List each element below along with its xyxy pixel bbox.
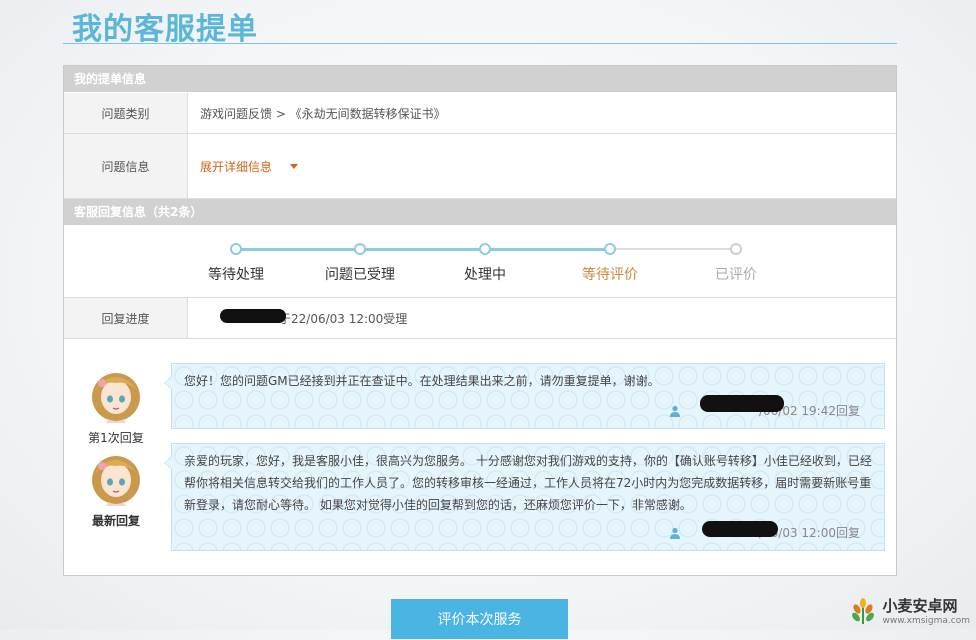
customer-service-avatar-icon (92, 456, 140, 506)
reply-item: 第1次回复 您好！您的问题GM已经接到并正在查证中。在处理结果出来之前，请勿重复… (64, 363, 896, 445)
status-stepper-row: 等待处理 问题已受理 处理中 等待评价 已评价 (64, 225, 896, 298)
expand-details-link[interactable]: 展开详细信息 (200, 158, 299, 175)
customer-service-avatar-icon (92, 373, 140, 423)
step-label: 已评价 (715, 267, 757, 283)
site-watermark: 小麦安卓网 www.xmsigma.com (847, 595, 970, 626)
progress-label: 回复进度 (64, 298, 188, 338)
caret-down-icon (290, 163, 299, 169)
reply-info-header: 客服回复信息（共2条） (64, 199, 896, 225)
rate-service-button[interactable]: 评价本次服务 (391, 599, 568, 639)
wheat-logo-icon (851, 597, 874, 624)
step-dot (479, 243, 491, 255)
page-title: 我的客服提单 (72, 12, 258, 47)
step-awaiting-review: 等待评价 (555, 235, 665, 284)
category-label: 问题类别 (64, 93, 188, 133)
stepper-track-done (236, 248, 610, 251)
progress-row: 回复进度 于22/06/03 12:00受理 (64, 298, 896, 339)
reply-message: 亲爱的玩家，您好，我是客服小佳，很高兴为您服务。 十分感谢您对我们游戏的支持，你… (184, 454, 872, 512)
step-dot (730, 243, 742, 255)
step-waiting: 等待处理 (181, 235, 291, 284)
step-reviewed: 已评价 (681, 235, 791, 284)
step-dot (354, 243, 366, 255)
step-processing: 处理中 (430, 235, 540, 284)
reply-label: 最新回复 (91, 514, 140, 528)
reply-avatar: 第1次回复 (86, 363, 146, 446)
ticket-info-header: 我的提单信息 (64, 66, 896, 92)
step-label: 等待评价 (582, 267, 638, 283)
details-label: 问题信息 (64, 134, 188, 198)
step-label: 问题已受理 (325, 267, 395, 283)
reply-bubble: 亲爱的玩家，您好，我是客服小佳，很高兴为您服务。 十分感谢您对我们游戏的支持，你… (164, 443, 885, 551)
reply-item: 最新回复 亲爱的玩家，您好，我是客服小佳，很高兴为您服务。 十分感谢您对我们游戏… (64, 443, 896, 553)
progress-text: 于22/06/03 12:00受理 (279, 311, 408, 326)
status-stepper: 等待处理 问题已受理 处理中 等待评价 已评价 (202, 235, 759, 287)
redaction-mark (700, 395, 784, 412)
details-row: 问题信息 展开详细信息 (64, 134, 896, 199)
expand-details-label: 展开详细信息 (200, 159, 273, 174)
step-accepted: 问题已受理 (305, 235, 415, 284)
redaction-mark (702, 521, 778, 537)
watermark-url: www.xmsigma.com (882, 616, 970, 626)
reply-bubble: 您好！您的问题GM已经接到并正在查证中。在处理结果出来之前，请勿重复提单，谢谢。… (164, 363, 885, 429)
step-label: 处理中 (464, 267, 506, 283)
step-dot (230, 243, 242, 255)
user-icon (669, 527, 680, 539)
user-icon (669, 405, 680, 417)
category-row: 问题类别 游戏问题反馈 > 《永劫无间数据转移保证书》 (64, 93, 896, 134)
title-divider (63, 43, 897, 44)
reply-message: 您好！您的问题GM已经接到并正在查证中。在处理结果出来之前，请勿重复提单，谢谢。 (184, 374, 660, 388)
redaction-mark (220, 309, 286, 323)
step-label: 等待处理 (208, 267, 264, 283)
step-dot (604, 243, 616, 255)
ticket-panel: 我的提单信息 问题类别 游戏问题反馈 > 《永劫无间数据转移保证书》 问题信息 … (63, 65, 897, 576)
watermark-name: 小麦安卓网 (882, 597, 958, 615)
reply-avatar: 最新回复 (86, 446, 146, 529)
category-value: 游戏问题反馈 > 《永劫无间数据转移保证书》 (200, 106, 446, 121)
